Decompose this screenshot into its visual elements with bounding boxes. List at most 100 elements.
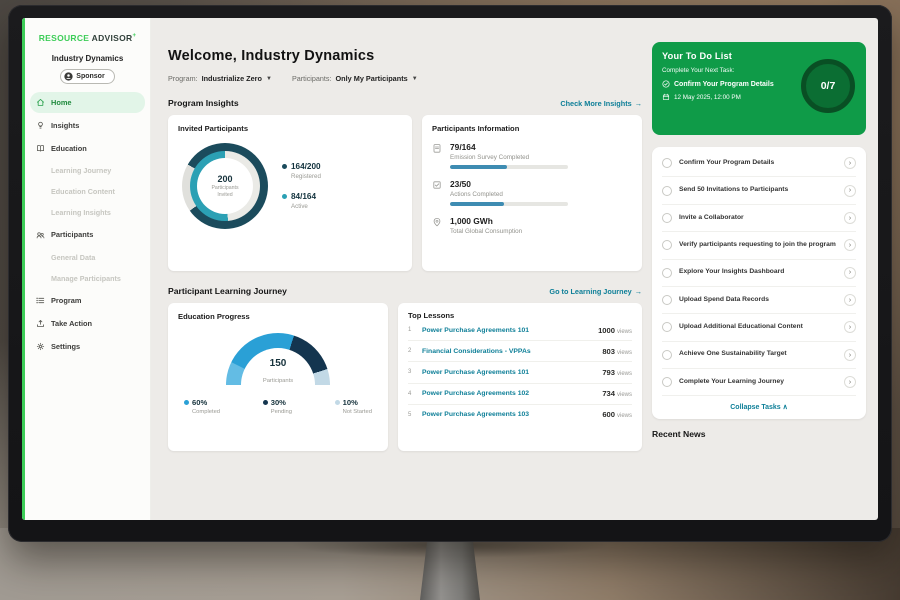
lesson-title-link[interactable]: Power Purchase Agreements 102 xyxy=(422,390,596,397)
chevron-right-icon[interactable]: › xyxy=(844,267,856,279)
collapse-tasks-label: Collapse Tasks xyxy=(730,404,780,411)
monitor-stand xyxy=(420,540,480,600)
sidebar-item-learning-journey[interactable]: Learning Journey xyxy=(30,161,145,180)
task-checkbox[interactable] xyxy=(662,350,672,360)
gauge-legend: 60% Completed 30% Pending 10% Not Starte… xyxy=(178,398,378,415)
task-checkbox[interactable] xyxy=(662,377,672,387)
chevron-right-icon[interactable]: › xyxy=(844,157,856,169)
check-circle-icon xyxy=(662,80,670,88)
emission-survey-value: 79/164 xyxy=(450,142,568,152)
not-started-value: 10% xyxy=(343,398,358,407)
active-value: 84/164 xyxy=(291,192,316,201)
lesson-row[interactable]: 2 Financial Considerations - VPPAs 803vi… xyxy=(408,341,632,362)
lesson-row[interactable]: 5 Power Purchase Agreements 103 600views xyxy=(408,405,632,425)
invited-participants-card: Invited Participants 200 Participants In… xyxy=(168,115,412,271)
lesson-views-label: views xyxy=(617,392,632,398)
todo-progress-value: 0/7 xyxy=(821,80,836,92)
task-checkbox[interactable] xyxy=(662,322,672,332)
chevron-right-icon[interactable]: › xyxy=(844,294,856,306)
completed-label: Completed xyxy=(192,409,220,415)
sidebar-item-label: General Data xyxy=(51,254,95,261)
program-filter[interactable]: Program: Industrialize Zero ▼ xyxy=(168,74,272,83)
collapse-tasks-link[interactable]: Collapse Tasks ∧ xyxy=(662,396,856,413)
sidebar-item-learning-insights[interactable]: Learning Insights xyxy=(30,203,145,222)
sidebar-item-manage-participants[interactable]: Manage Participants xyxy=(30,269,145,288)
chevron-right-icon[interactable]: › xyxy=(844,376,856,388)
sidebar-item-education[interactable]: Education xyxy=(30,138,145,159)
task-checkbox[interactable] xyxy=(662,295,672,305)
learning-cards-row: Education Progress 150 Participants 60 xyxy=(168,303,642,451)
sidebar-item-settings[interactable]: Settings xyxy=(30,336,145,357)
recent-news-title: Recent News xyxy=(652,429,866,439)
task-checkbox[interactable] xyxy=(662,268,672,278)
pending-label: Pending xyxy=(271,409,292,415)
lightbulb-icon xyxy=(36,121,45,130)
emission-survey-row: 79/164 Emission Survey Completed xyxy=(432,142,632,169)
chevron-right-icon[interactable]: › xyxy=(844,239,856,251)
lesson-rank: 2 xyxy=(408,348,416,354)
todo-due-date-label: 12 May 2025, 12:00 PM xyxy=(674,94,741,101)
check-more-insights-label: Check More Insights xyxy=(560,99,631,108)
task-row[interactable]: Confirm Your Program Details › xyxy=(662,150,856,177)
task-row[interactable]: Explore Your Insights Dashboard › xyxy=(662,260,856,287)
lesson-views-label: views xyxy=(617,371,632,377)
todo-panel: Your To Do List Complete Your Next Task:… xyxy=(650,18,878,520)
task-checkbox[interactable] xyxy=(662,213,672,223)
participants-filter[interactable]: Participants: Only My Participants ▼ xyxy=(292,74,418,83)
chevron-right-icon[interactable]: › xyxy=(844,349,856,361)
sidebar-item-program[interactable]: Program xyxy=(30,290,145,311)
sidebar-item-participants[interactable]: Participants xyxy=(30,225,145,246)
chevron-right-icon[interactable]: › xyxy=(844,185,856,197)
sidebar-item-label: Participants xyxy=(51,231,93,238)
donut-legend: 164/200 Registered 84/164 Active xyxy=(282,162,321,210)
sidebar-item-general-data[interactable]: General Data xyxy=(30,248,145,267)
lesson-row[interactable]: 3 Power Purchase Agreements 101 793views xyxy=(408,362,632,383)
task-checkbox[interactable] xyxy=(662,240,672,250)
participants-filter-label: Participants: xyxy=(292,74,332,83)
filter-bar: Program: Industrialize Zero ▼ Participan… xyxy=(168,74,642,83)
sidebar-item-education-content[interactable]: Education Content xyxy=(30,182,145,201)
task-label: Verify participants requesting to join t… xyxy=(679,241,837,250)
lesson-row[interactable]: 4 Power Purchase Agreements 102 734views xyxy=(408,384,632,405)
task-row[interactable]: Achieve One Sustainability Target › xyxy=(662,342,856,369)
gauge-center-value: 150 xyxy=(226,358,330,369)
sidebar-item-label: Program xyxy=(51,297,81,304)
sidebar-item-take-action[interactable]: Take Action xyxy=(30,313,145,334)
go-to-learning-journey-link[interactable]: Go to Learning Journey → xyxy=(549,287,642,296)
task-row[interactable]: Upload Spend Data Records › xyxy=(662,287,856,314)
lesson-title-link[interactable]: Power Purchase Agreements 103 xyxy=(422,411,596,418)
chevron-right-icon[interactable]: › xyxy=(844,321,856,333)
task-label: Invite a Collaborator xyxy=(679,214,837,223)
lesson-row[interactable]: 1 Power Purchase Agreements 101 1000view… xyxy=(408,320,632,341)
sidebar-item-home[interactable]: Home xyxy=(30,92,145,113)
task-label: Confirm Your Program Details xyxy=(679,159,837,168)
task-row[interactable]: Send 50 Invitations to Participants › xyxy=(662,177,856,204)
task-row[interactable]: Invite a Collaborator › xyxy=(662,205,856,232)
lesson-title-link[interactable]: Power Purchase Agreements 101 xyxy=(422,327,592,334)
task-row[interactable]: Complete Your Learning Journey › xyxy=(662,369,856,396)
legend-active: 84/164 Active xyxy=(282,192,321,210)
person-icon xyxy=(64,72,73,81)
lesson-title-link[interactable]: Financial Considerations - VPPAs xyxy=(422,348,596,355)
registered-dot xyxy=(282,164,287,169)
lesson-rank: 5 xyxy=(408,412,416,418)
main-content: Welcome, Industry Dynamics Program: Indu… xyxy=(151,18,650,520)
gauge-center-label: Participants xyxy=(263,378,293,384)
go-to-learning-journey-label: Go to Learning Journey xyxy=(549,287,631,296)
completed-dot xyxy=(184,400,189,405)
sidebar-item-insights[interactable]: Insights xyxy=(30,115,145,136)
section-title-program-insights: Program Insights xyxy=(168,98,239,108)
task-row[interactable]: Upload Additional Educational Content › xyxy=(662,314,856,341)
actions-completed-progress-bar xyxy=(450,202,568,206)
org-name: Industry Dynamics xyxy=(25,54,150,63)
task-row[interactable]: Verify participants requesting to join t… xyxy=(662,232,856,259)
todo-progress-ring: 0/7 xyxy=(801,59,855,113)
lesson-views-label: views xyxy=(617,350,632,356)
lesson-title-link[interactable]: Power Purchase Agreements 101 xyxy=(422,369,596,376)
task-checkbox[interactable] xyxy=(662,158,672,168)
check-more-insights-link[interactable]: Check More Insights → xyxy=(560,99,642,108)
calendar-icon xyxy=(662,93,670,101)
chevron-right-icon[interactable]: › xyxy=(844,212,856,224)
task-checkbox[interactable] xyxy=(662,186,672,196)
sponsor-badge[interactable]: Sponsor xyxy=(60,69,114,84)
